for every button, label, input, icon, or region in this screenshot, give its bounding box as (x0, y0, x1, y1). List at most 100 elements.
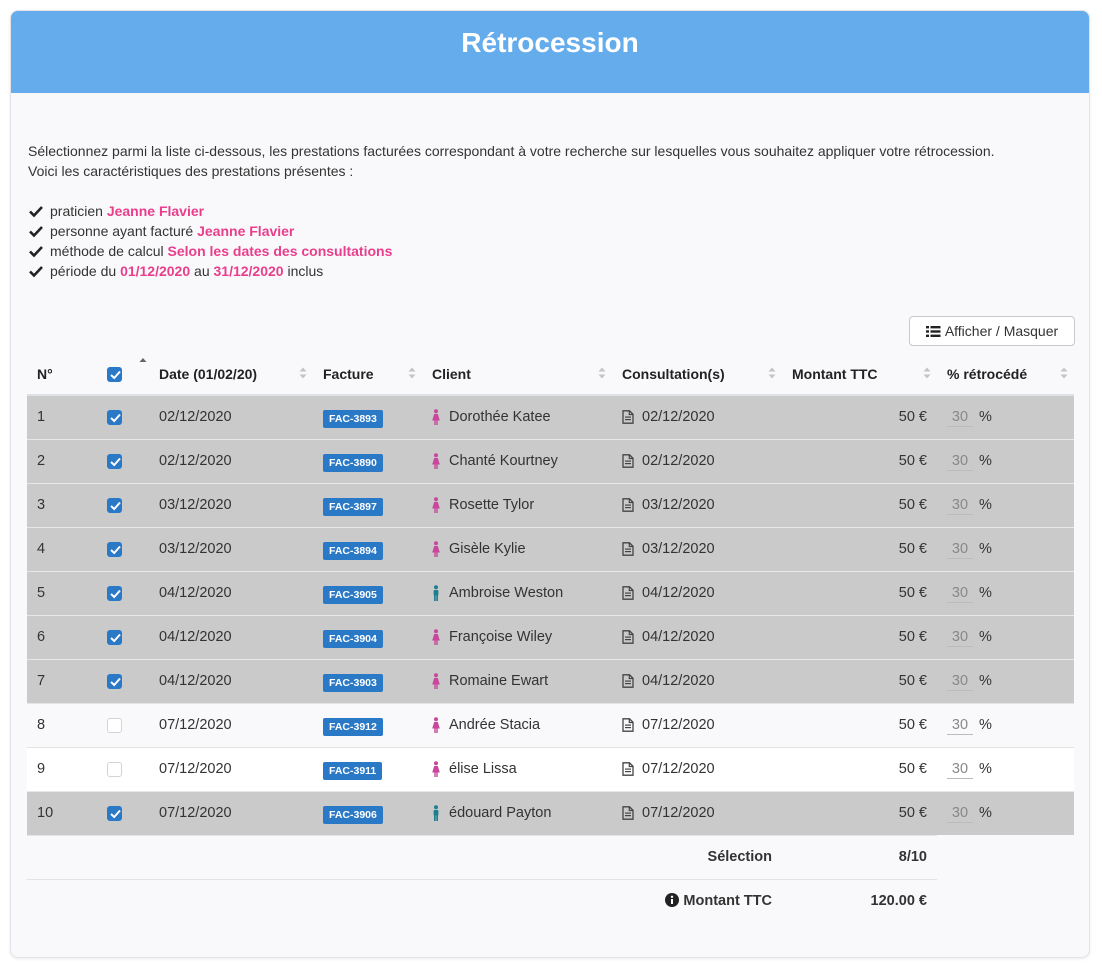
consultation-date[interactable]: 07/12/2020 (642, 717, 715, 733)
sort-icon[interactable] (923, 367, 931, 379)
row-select-cell[interactable] (97, 790, 149, 835)
sort-icon[interactable] (1060, 367, 1068, 379)
table-row[interactable]: 9 07/12/2020 FAC-3911 élise Lissa 07/12/2020… (27, 746, 1074, 791)
table-row[interactable]: 2 02/12/2020 FAC-3890 Chanté Kourtney 02/12/… (27, 438, 1074, 483)
row-select-cell[interactable] (97, 702, 149, 747)
row-checkbox[interactable] (107, 585, 122, 601)
client-name[interactable]: Ambroise Weston (449, 585, 563, 601)
show-hide-columns-button[interactable]: Afficher / Masquer (909, 316, 1075, 346)
row-client-cell: Françoise Wiley (422, 614, 612, 659)
col-header-montant[interactable]: Montant TTC (782, 353, 937, 396)
col-header-pct[interactable]: % rétrocédé (937, 353, 1074, 396)
table-row[interactable]: 7 04/12/2020 FAC-3903 Romaine Ewart 04/12/20… (27, 658, 1074, 703)
invoice-badge[interactable]: FAC-3906 (323, 806, 383, 824)
sort-icon[interactable] (408, 367, 416, 379)
col-header-select-all[interactable] (97, 353, 149, 396)
client-name[interactable]: élise Lissa (449, 761, 517, 777)
pct-input[interactable]: 30 (947, 452, 973, 471)
pct-input[interactable]: 30 (947, 804, 973, 823)
pct-input[interactable]: 30 (947, 716, 973, 735)
invoice-badge[interactable]: FAC-3894 (323, 542, 383, 560)
row-checkbox[interactable] (107, 717, 122, 733)
pct-input[interactable]: 30 (947, 672, 973, 691)
invoice-badge[interactable]: FAC-3903 (323, 674, 383, 692)
consultation-date[interactable]: 07/12/2020 (642, 761, 715, 777)
consultation-date[interactable]: 04/12/2020 (642, 629, 715, 645)
col-header-date[interactable]: Date (01/02/20) (149, 353, 313, 396)
select-all-checkbox[interactable] (107, 366, 122, 382)
table-row[interactable]: 1 02/12/2020 FAC-3893 Dorothée Katee 02/12/2… (27, 394, 1074, 439)
pct-input[interactable]: 30 (947, 760, 973, 779)
table-row[interactable]: 8 07/12/2020 FAC-3912 Andrée Stacia 07/12/20… (27, 702, 1074, 747)
invoice-badge[interactable]: FAC-3897 (323, 498, 383, 516)
invoice-badge[interactable]: FAC-3911 (323, 762, 383, 780)
col-header-client[interactable]: Client (422, 353, 612, 396)
row-date: 03/12/2020 (149, 482, 313, 527)
table-row[interactable]: 5 04/12/2020 FAC-3905 Ambroise Weston 04/12/… (27, 570, 1074, 615)
row-select-cell[interactable] (97, 482, 149, 527)
row-select-cell[interactable] (97, 526, 149, 571)
client-name[interactable]: Chanté Kourtney (449, 453, 558, 469)
pct-unit: % (979, 716, 992, 733)
periode-suffix: inclus (287, 263, 324, 279)
consultation-date[interactable]: 02/12/2020 (642, 409, 715, 425)
consultation-date[interactable]: 07/12/2020 (642, 805, 715, 821)
row-checkbox[interactable] (107, 497, 122, 513)
pct-input[interactable]: 30 (947, 628, 973, 647)
col-header-consultation[interactable]: Consultation(s) (612, 353, 782, 396)
criteria-list: praticien Jeanne Flavier personne ayant … (28, 201, 392, 281)
pct-input[interactable]: 30 (947, 584, 973, 603)
pct-unit: % (979, 408, 992, 425)
sort-icon[interactable] (598, 367, 606, 379)
row-select-cell[interactable] (97, 394, 149, 439)
pct-input[interactable]: 30 (947, 408, 973, 427)
invoice-badge[interactable]: FAC-3912 (323, 718, 383, 736)
consultation-date[interactable]: 03/12/2020 (642, 541, 715, 557)
criteria-label: méthode de calcul (50, 243, 164, 259)
client-name[interactable]: Françoise Wiley (449, 629, 552, 645)
client-name[interactable]: édouard Payton (449, 805, 551, 821)
row-checkbox[interactable] (107, 629, 122, 645)
row-checkbox[interactable] (107, 409, 122, 425)
invoice-badge[interactable]: FAC-3893 (323, 410, 383, 429)
invoice-badge[interactable]: FAC-3905 (323, 586, 383, 604)
pct-input[interactable]: 30 (947, 540, 973, 559)
row-select-cell[interactable] (97, 614, 149, 659)
table-row[interactable]: 4 03/12/2020 FAC-3894 Gisèle Kylie 03/12/202… (27, 526, 1074, 571)
row-select-cell[interactable] (97, 438, 149, 483)
row-checkbox[interactable] (107, 805, 122, 821)
col-header-num[interactable]: N° (27, 353, 97, 396)
sort-icon[interactable] (299, 367, 307, 379)
row-facture-cell: FAC-3911 (313, 746, 422, 791)
row-select-cell[interactable] (97, 746, 149, 791)
card-header: Rétrocession (11, 11, 1089, 93)
col-header-facture[interactable]: Facture (313, 353, 422, 396)
row-select-cell[interactable] (97, 658, 149, 703)
client-name[interactable]: Gisèle Kylie (449, 541, 526, 557)
sort-icon[interactable] (768, 367, 776, 379)
consultation-date[interactable]: 04/12/2020 (642, 585, 715, 601)
consultation-date[interactable]: 03/12/2020 (642, 497, 715, 513)
prestations-table: N° Date (01/02/20) Facture Client Consul… (27, 353, 1074, 923)
invoice-badge[interactable]: FAC-3904 (323, 630, 383, 648)
client-name[interactable]: Andrée Stacia (449, 717, 540, 733)
row-checkbox[interactable] (107, 453, 122, 469)
row-num: 8 (27, 702, 97, 747)
document-icon (622, 542, 634, 556)
row-checkbox[interactable] (107, 761, 122, 777)
table-row[interactable]: 10 07/12/2020 FAC-3906 édouard Payton 07/12/… (27, 790, 1074, 835)
consultation-date[interactable]: 02/12/2020 (642, 453, 715, 469)
sort-icon[interactable] (139, 357, 147, 369)
client-name[interactable]: Rosette Tylor (449, 497, 534, 513)
consultation-date[interactable]: 04/12/2020 (642, 673, 715, 689)
table-row[interactable]: 3 03/12/2020 FAC-3897 Rosette Tylor 03/12/20… (27, 482, 1074, 527)
row-pct-cell: 30% (937, 394, 1074, 439)
row-checkbox[interactable] (107, 673, 122, 689)
table-row[interactable]: 6 04/12/2020 FAC-3904 Françoise Wiley 04/12/… (27, 614, 1074, 659)
row-checkbox[interactable] (107, 541, 122, 557)
pct-input[interactable]: 30 (947, 496, 973, 515)
invoice-badge[interactable]: FAC-3890 (323, 454, 383, 472)
row-select-cell[interactable] (97, 570, 149, 615)
client-name[interactable]: Romaine Ewart (449, 673, 548, 689)
client-name[interactable]: Dorothée Katee (449, 409, 551, 425)
